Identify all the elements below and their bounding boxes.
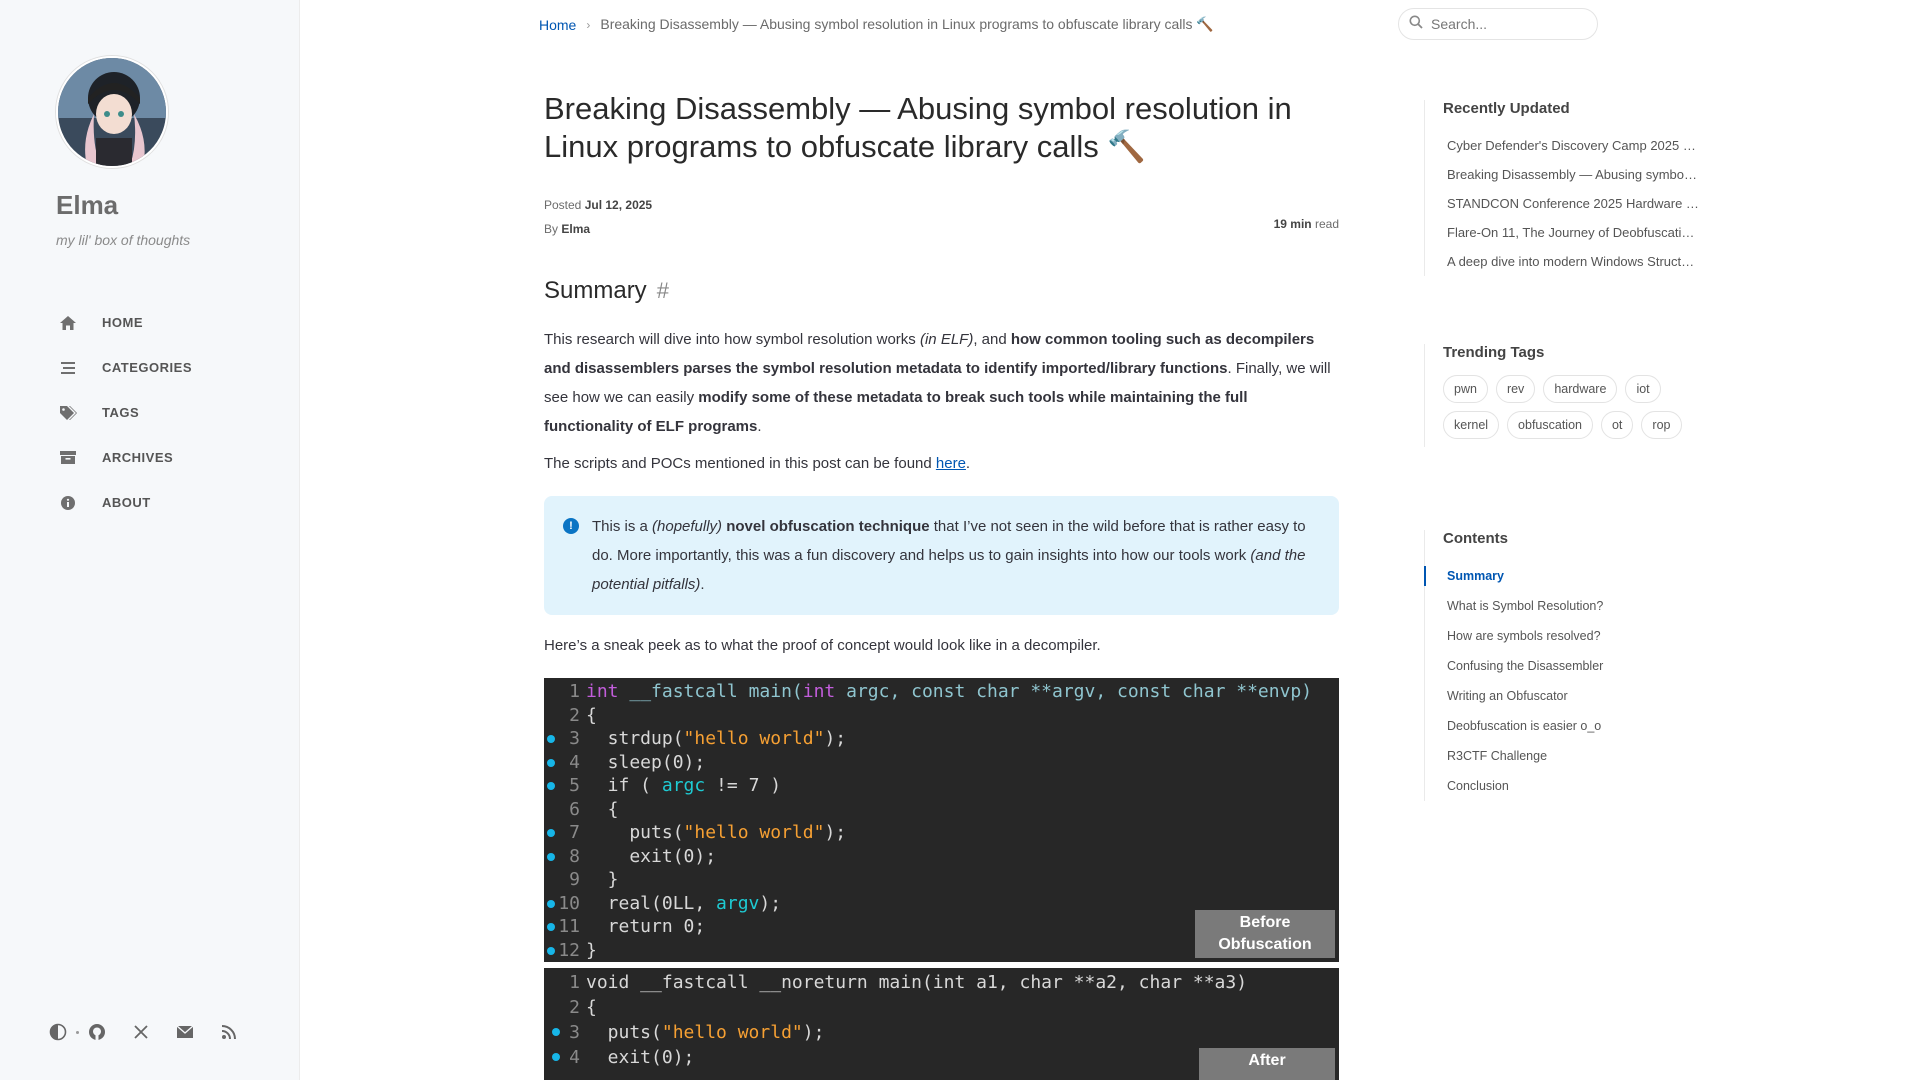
anchor-hash-icon[interactable]: # — [657, 278, 669, 304]
breadcrumb-separator: › — [586, 17, 591, 32]
text: The scripts and POCs mentioned in this p… — [544, 455, 936, 472]
tag-hardware[interactable]: hardware — [1543, 375, 1618, 403]
tag-kernel[interactable]: kernel — [1443, 411, 1500, 439]
nav-label: CATEGORIES — [102, 360, 192, 375]
toc-item[interactable]: Deobfuscation is easier o_o — [1443, 711, 1724, 741]
summary-paragraph: This research will dive into how symbol … — [544, 325, 1339, 441]
code-screenshot-after: 1 void __fastcall __noreturn main(int a1,… — [544, 968, 1339, 1080]
search-box[interactable] — [1398, 8, 1598, 40]
sidebar-nav: HOME CATEGORIES TAGS ARCHIVES ABOUT — [56, 300, 192, 525]
tag-pwn[interactable]: pwn — [1443, 375, 1488, 403]
section-title: Summary — [544, 277, 647, 304]
site-subtitle: my lil' box of thoughts — [56, 232, 191, 248]
toc-item-summary[interactable]: Summary — [1424, 561, 1724, 591]
toc-panel: Contents Summary What is Symbol Resoluti… — [1424, 530, 1724, 801]
after-obfuscation-label: After — [1199, 1048, 1335, 1080]
nav-label: ARCHIVES — [102, 450, 174, 465]
toc-item[interactable]: What is Symbol Resolution? — [1443, 591, 1724, 621]
section-heading-summary: Summary # — [544, 277, 1339, 305]
toc-item[interactable]: How are symbols resolved? — [1443, 621, 1724, 651]
nav-label: TAGS — [102, 405, 140, 420]
stream-icon — [56, 358, 80, 378]
text: (hopefully) — [652, 518, 723, 535]
text: . — [757, 418, 762, 435]
tag-obfuscation[interactable]: obfuscation — [1507, 411, 1593, 439]
separator-dot — [76, 1030, 79, 1034]
text: (in ELF) — [919, 331, 974, 348]
post-author[interactable]: Elma — [561, 222, 590, 236]
sidebar-bottom-links — [46, 1020, 261, 1044]
toc-item[interactable]: Conclusion — [1443, 771, 1724, 801]
breadcrumb-current: Breaking Disassembly — Abusing symbol re… — [600, 16, 1214, 32]
breadcrumb: Home › Breaking Disassembly — Abusing sy… — [539, 16, 1214, 33]
search-input[interactable] — [1431, 16, 1581, 32]
text: novel obfuscation technique — [726, 518, 930, 535]
rss-icon[interactable] — [217, 1020, 241, 1044]
nav-item-categories[interactable]: CATEGORIES — [56, 345, 192, 390]
here-link[interactable]: here — [936, 455, 966, 472]
read-minutes: 19 min — [1273, 217, 1312, 231]
tags-icon — [56, 403, 80, 423]
nav-item-home[interactable]: HOME — [56, 300, 192, 345]
tag-list: pwn rev hardware iot kernel obfuscation … — [1443, 375, 1703, 447]
panel-heading: Recently Updated — [1443, 100, 1570, 117]
sidebar: Elma my lil' box of thoughts HOME CATEGO… — [0, 0, 300, 1080]
sneak-peek-paragraph: Here’s a sneak peek as to what the proof… — [544, 637, 1101, 654]
tag-rev[interactable]: rev — [1495, 375, 1536, 403]
text: This research will dive into how symbol … — [544, 331, 920, 348]
x-twitter-icon[interactable] — [129, 1020, 153, 1044]
nav-label: ABOUT — [102, 495, 151, 510]
nav-label: HOME — [102, 315, 143, 330]
archive-icon — [56, 448, 80, 468]
tag-ot[interactable]: ot — [1600, 411, 1634, 439]
text: . — [965, 455, 971, 472]
by-label: By — [544, 222, 559, 236]
text: , and — [973, 331, 1011, 348]
recent-post-link[interactable]: A deep dive into modern Windows Struct… — [1443, 247, 1703, 276]
avatar[interactable] — [56, 56, 168, 168]
tag-iot[interactable]: iot — [1625, 375, 1661, 403]
home-icon — [56, 313, 80, 333]
recent-post-link[interactable]: Flare-On 11, The Journey of Deobfuscati… — [1443, 218, 1703, 247]
info-callout: ! This is a (hopefully) novel obfuscatio… — [544, 496, 1339, 615]
nav-item-tags[interactable]: TAGS — [56, 390, 192, 435]
text: . — [700, 576, 705, 593]
nav-item-archives[interactable]: ARCHIVES — [56, 435, 192, 480]
tag-rop[interactable]: rop — [1641, 411, 1682, 439]
text: This is a — [592, 518, 653, 535]
read-time: 19 min read — [1274, 217, 1339, 231]
theme-toggle-icon[interactable] — [46, 1020, 70, 1044]
recently-updated-panel: Recently Updated Cyber Defender's Discov… — [1424, 100, 1724, 276]
github-icon[interactable] — [85, 1020, 109, 1044]
posted-label: Posted — [544, 198, 582, 212]
post-content: Breaking Disassembly — Abusing symbol re… — [544, 90, 1339, 1080]
info-icon — [56, 493, 80, 513]
breadcrumb-home-link[interactable]: Home — [539, 17, 576, 33]
scripts-paragraph: The scripts and POCs mentioned in this p… — [544, 449, 1339, 478]
email-icon[interactable] — [173, 1020, 197, 1044]
recent-post-link[interactable]: STANDCON Conference 2025 Hardware B… — [1443, 189, 1703, 218]
toc-item[interactable]: Confusing the Disassembler — [1443, 651, 1724, 681]
site-title[interactable]: Elma — [56, 190, 118, 221]
toc-item[interactable]: R3CTF Challenge — [1443, 741, 1724, 771]
info-circle-icon: ! — [563, 518, 579, 534]
search-icon — [1409, 15, 1423, 34]
read-label: read — [1314, 217, 1339, 231]
panel-heading: Trending Tags — [1443, 344, 1545, 361]
post-meta: Posted Jul 12, 2025 By Elma 19 min read — [544, 193, 1339, 241]
post-title: Breaking Disassembly — Abusing symbol re… — [544, 91, 1292, 164]
panel-heading: Contents — [1443, 530, 1508, 547]
before-obfuscation-label: Before Obfuscation — [1195, 910, 1335, 958]
toc-item[interactable]: Writing an Obfuscator — [1443, 681, 1724, 711]
post-date: Jul 12, 2025 — [584, 198, 653, 212]
recent-post-link[interactable]: Breaking Disassembly — Abusing symbo… — [1443, 160, 1703, 189]
nav-item-about[interactable]: ABOUT — [56, 480, 192, 525]
trending-tags-panel: Trending Tags pwn rev hardware iot kerne… — [1424, 344, 1724, 447]
code-screenshot-before: 1 int __fastcall main(int argc, const cha… — [544, 678, 1339, 962]
recent-post-link[interactable]: Cyber Defender's Discovery Camp 2025 … — [1443, 131, 1703, 160]
